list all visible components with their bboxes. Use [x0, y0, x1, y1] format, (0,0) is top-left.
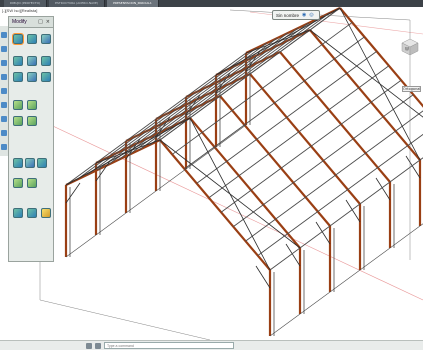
frame-rafter [249, 73, 361, 205]
settings-icon[interactable]: ◉ [302, 12, 306, 18]
modify-palette: Modify □ × [8, 16, 54, 262]
insert-tool-icon[interactable] [1, 144, 7, 150]
ground-line [269, 223, 423, 337]
command-history-icon[interactable] [95, 342, 101, 349]
modify-palette-title: Modify [12, 19, 27, 25]
block-tool-icon[interactable] [1, 130, 7, 136]
close-command-icon[interactable] [86, 342, 92, 349]
text-tool-icon[interactable] [1, 116, 7, 122]
ucs-axis-line [39, 119, 423, 301]
fillet-tool-icon[interactable] [27, 100, 37, 110]
join-tool-icon[interactable] [13, 158, 23, 168]
align-tool-icon[interactable] [37, 158, 47, 168]
knee-brace [255, 265, 271, 289]
trim-tool-icon[interactable] [13, 72, 23, 82]
command-line-bar: Type a command [0, 340, 423, 350]
break-tool-icon[interactable] [27, 116, 37, 126]
edit-spline-tool-icon[interactable] [27, 208, 37, 218]
knee-brace [65, 182, 81, 204]
explode-tool-icon[interactable] [25, 158, 35, 168]
viewcube-face-label: W [405, 47, 409, 52]
arc-tool-icon[interactable] [1, 74, 7, 80]
roof-purlin [269, 157, 423, 271]
knee-brace [405, 155, 421, 179]
array-tool-icon[interactable] [13, 100, 23, 110]
rectangle-tool-icon[interactable] [1, 88, 7, 94]
frame-rafter [155, 73, 251, 120]
workspace-label: Sin nombre [276, 12, 300, 18]
roof-purlin [184, 36, 365, 170]
frame-rafter [159, 139, 271, 271]
frame-rafter [95, 117, 191, 164]
knee-brace [315, 221, 331, 245]
workspace-selector[interactable]: Sin nombre ◉ ◎ [272, 10, 320, 20]
frame-rafter [189, 117, 301, 249]
lock-icon[interactable]: ◎ [309, 12, 313, 18]
offset-tool-icon[interactable] [41, 72, 51, 82]
edit-polyline-tool-icon[interactable] [13, 208, 23, 218]
move-tool-icon[interactable] [12, 33, 24, 45]
viewcube-icon[interactable]: W [401, 38, 419, 56]
frame-rafter [125, 95, 221, 142]
line-tool-icon[interactable] [1, 32, 7, 38]
rotate-tool-icon[interactable] [13, 56, 23, 66]
lengthen-tool-icon[interactable] [27, 178, 37, 188]
erase-tool-icon[interactable] [13, 178, 23, 188]
wcs-menu[interactable]: Ortogonal [402, 86, 421, 92]
frame-rafter [185, 51, 281, 98]
roof-purlin [208, 65, 390, 199]
mirror-tool-icon[interactable] [27, 56, 37, 66]
copy-tool-icon[interactable] [27, 34, 37, 44]
chamfer-tool-icon[interactable] [13, 116, 23, 126]
roof-x-brace [245, 29, 311, 54]
roof-x-brace [95, 139, 161, 164]
explode-star-icon[interactable] [41, 208, 51, 218]
command-input[interactable]: Type a command [104, 342, 234, 349]
roof-purlin [233, 94, 414, 228]
hatch-tool-icon[interactable] [1, 102, 7, 108]
frame-rafter [65, 139, 161, 186]
stretch-tool-icon[interactable] [41, 34, 51, 44]
scale-tool-icon[interactable] [41, 56, 51, 66]
roof-purlin [220, 79, 402, 213]
circle-tool-icon[interactable] [1, 60, 7, 66]
roof-purlin [138, 17, 320, 151]
pin-icon[interactable]: □ [38, 19, 43, 25]
frame-rafter [215, 29, 311, 76]
roof-purlin [128, 22, 309, 156]
polyline-tool-icon[interactable] [1, 46, 7, 52]
steel-structure-model[interactable] [0, 0, 423, 340]
outline-edge [39, 299, 211, 340]
knee-brace [285, 243, 301, 267]
knee-brace [375, 177, 391, 201]
roof-purlin [86, 42, 268, 176]
close-icon[interactable]: × [46, 19, 50, 25]
extend-tool-icon[interactable] [27, 72, 37, 82]
modify-palette-header[interactable]: Modify □ × [9, 17, 53, 28]
knee-brace [345, 199, 361, 223]
